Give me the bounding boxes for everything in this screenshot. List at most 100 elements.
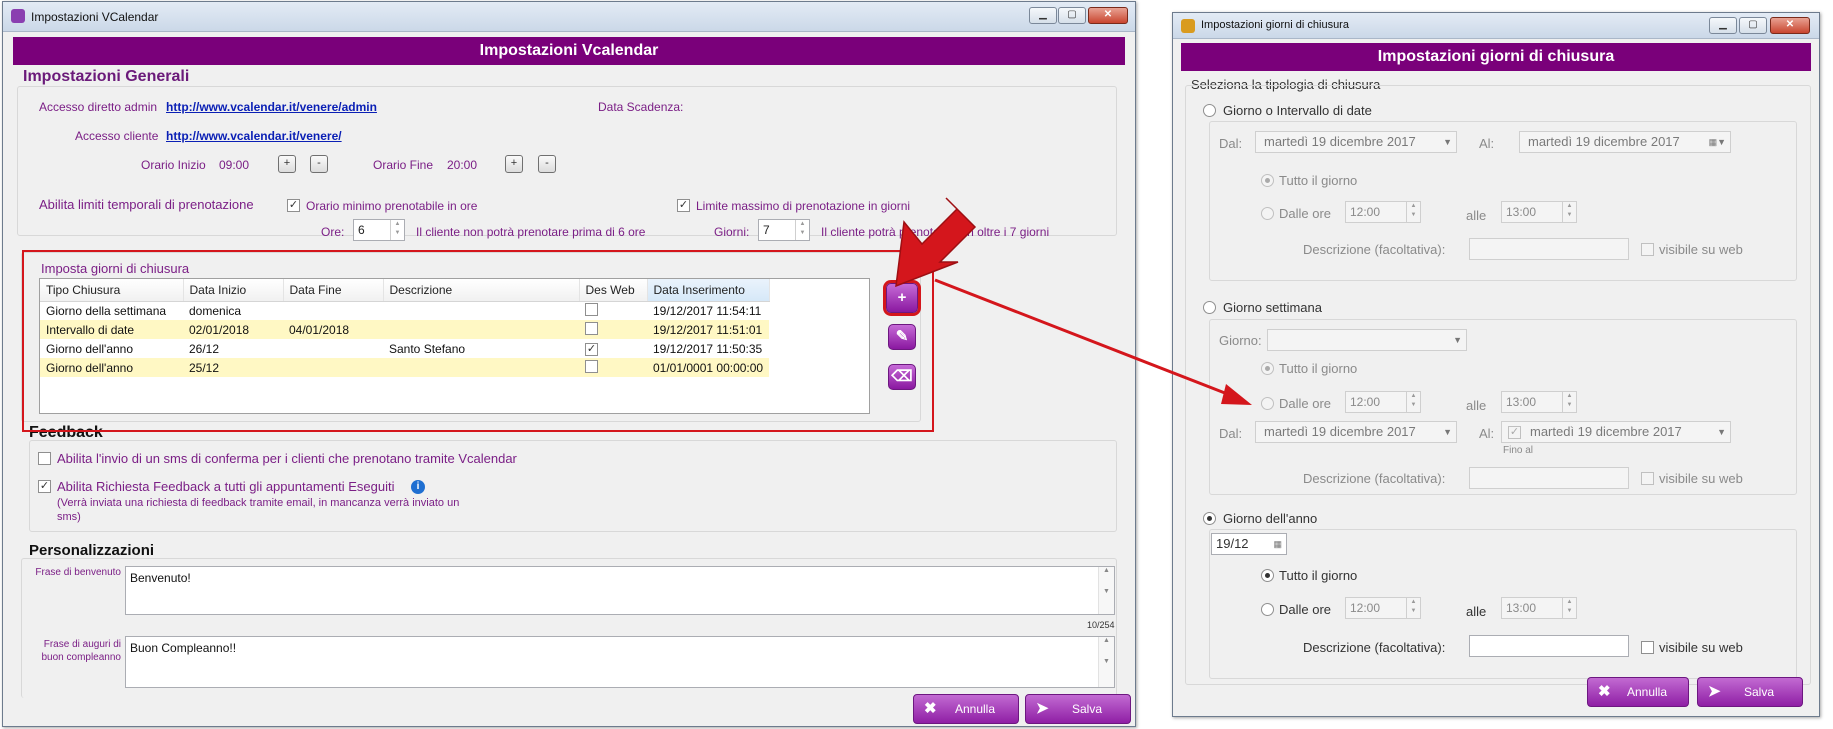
- yearday-hours-radio[interactable]: [1261, 603, 1274, 616]
- chevron-down-icon: ▼: [1453, 335, 1462, 345]
- interval-time-from[interactable]: 12:00 ▲ ▼: [1345, 201, 1421, 223]
- yearday-web-label: visibile su web: [1659, 640, 1743, 655]
- spin-icon[interactable]: ▲ ▼: [1406, 202, 1420, 222]
- yearday-web-checkbox[interactable]: [1641, 641, 1654, 654]
- birthday-text: Buon Compleanno!!: [130, 641, 237, 655]
- yearday-time-from[interactable]: 12:00 ▲ ▼: [1345, 597, 1421, 619]
- chevron-down-icon: ▼: [1443, 427, 1452, 437]
- max-days-checkbox[interactable]: ✓: [677, 199, 690, 212]
- spin-icon[interactable]: ▲ ▼: [1406, 392, 1420, 412]
- expiry-label: Data Scadenza:: [598, 100, 684, 114]
- interval-hours-label: Dalle ore: [1279, 206, 1332, 221]
- fino-al-label: Fino al: [1503, 445, 1534, 456]
- weekday-start-date[interactable]: martedì 19 dicembre 2017 ▼: [1255, 421, 1457, 443]
- dialog-minimize-button[interactable]: ▁: [1709, 17, 1737, 34]
- dialog-maximize-button[interactable]: ▢: [1739, 17, 1767, 34]
- spin-icon[interactable]: ▲ ▼: [1406, 598, 1420, 618]
- birthday-textarea[interactable]: Buon Compleanno!! ▲ ▼: [125, 636, 1115, 688]
- spin-icon[interactable]: ▲ ▼: [1562, 392, 1576, 412]
- main-banner: Impostazioni Vcalendar: [13, 37, 1125, 65]
- interval-start-date[interactable]: martedì 19 dicembre 2017 ▼: [1255, 131, 1457, 153]
- weekday-web-label: visibile su web: [1659, 471, 1743, 486]
- admin-link[interactable]: http://www.vcalendar.it/venere/admin: [166, 100, 377, 114]
- app-icon: [11, 9, 25, 23]
- highlight-frame: [22, 250, 934, 432]
- main-window-title: Impostazioni VCalendar: [31, 10, 159, 24]
- interval-allday-label: Tutto il giorno: [1279, 173, 1358, 188]
- weekday-hours-radio[interactable]: [1261, 397, 1274, 410]
- interval-al-label: Al:: [1479, 136, 1495, 151]
- hours-stepper[interactable]: 6 ▲ ▼: [353, 219, 405, 241]
- min-hours-checkbox[interactable]: ✓: [287, 199, 300, 212]
- welcome-textarea[interactable]: Benvenuto! ▲ ▼: [125, 566, 1115, 615]
- interval-hours-radio[interactable]: [1261, 207, 1274, 220]
- info-icon[interactable]: i: [411, 480, 425, 494]
- days-spin-icon[interactable]: ▲ ▼: [795, 220, 809, 240]
- hours-spin-icon[interactable]: ▲ ▼: [390, 220, 404, 240]
- feedback-note: (Verrà inviata una richiesta di feedback…: [57, 497, 460, 523]
- end-date-checkbox[interactable]: ✓: [1508, 426, 1521, 439]
- main-save-button[interactable]: ➤ Salva: [1025, 694, 1131, 724]
- yearday-time-to[interactable]: 13:00 ▲ ▼: [1501, 597, 1577, 619]
- weekday-time-to[interactable]: 13:00 ▲ ▼: [1501, 391, 1577, 413]
- weekday-allday-radio[interactable]: [1261, 362, 1274, 375]
- calendar-icon: ▦▼: [1708, 137, 1726, 147]
- interval-web-checkbox[interactable]: [1641, 243, 1654, 256]
- interval-radio[interactable]: [1203, 104, 1216, 117]
- interval-time-to[interactable]: 13:00 ▲ ▼: [1501, 201, 1577, 223]
- welcome-counter: 10/254: [1087, 620, 1115, 630]
- weekday-end-date[interactable]: ✓ martedì 19 dicembre 2017 ▼: [1501, 421, 1731, 443]
- weekday-web-checkbox[interactable]: [1641, 472, 1654, 485]
- weekday-end-value: martedì 19 dicembre 2017: [1530, 424, 1682, 439]
- yearday-allday-radio[interactable]: [1261, 569, 1274, 582]
- weekday-desc-input[interactable]: [1469, 467, 1629, 489]
- birthday-scrollbar[interactable]: ▲ ▼: [1098, 637, 1114, 687]
- days-stepper[interactable]: 7 ▲ ▼: [758, 219, 810, 241]
- yearday-hours-label: Dalle ore: [1279, 602, 1332, 617]
- spin-icon[interactable]: ▲ ▼: [1562, 202, 1576, 222]
- interval-allday-radio[interactable]: [1261, 174, 1274, 187]
- dialog-titlebar: Impostazioni giorni di chiusura ▁ ▢ ✕: [1173, 13, 1819, 39]
- feedback-request-checkbox[interactable]: ✓: [38, 480, 51, 493]
- interval-end-date[interactable]: martedì 19 dicembre 2017 ▦▼: [1519, 131, 1731, 153]
- yearday-radio[interactable]: [1203, 512, 1216, 525]
- end-value: 20:00: [447, 158, 478, 172]
- client-link[interactable]: http://www.vcalendar.it/venere/: [166, 129, 342, 143]
- yearday-time-to-value: 13:00: [1506, 601, 1537, 615]
- end-minus-button[interactable]: -: [538, 155, 556, 173]
- weekday-to-label: alle: [1466, 398, 1487, 413]
- end-label: Orario Fine: [373, 158, 434, 172]
- weekday-label: Giorno settimana: [1223, 300, 1322, 315]
- dialog-cancel-button[interactable]: ✖ Annulla: [1587, 677, 1689, 707]
- start-plus-button[interactable]: +: [278, 155, 296, 173]
- chevron-down-icon: ▼: [1443, 137, 1452, 147]
- interval-start-value: martedì 19 dicembre 2017: [1264, 134, 1416, 149]
- end-plus-button[interactable]: +: [505, 155, 523, 173]
- welcome-scrollbar[interactable]: ▲ ▼: [1098, 567, 1114, 614]
- min-hours-label: Orario minimo prenotabile in ore: [306, 199, 478, 213]
- close-button[interactable]: ✕: [1088, 7, 1128, 24]
- interval-desc-input[interactable]: [1469, 238, 1629, 260]
- admin-label: Accesso diretto admin: [39, 100, 158, 114]
- interval-time-from-value: 12:00: [1350, 205, 1381, 219]
- welcome-label: Frase di benvenuto: [35, 567, 121, 578]
- weekday-radio[interactable]: [1203, 301, 1216, 314]
- weekday-dal-label: Dal:: [1219, 426, 1243, 441]
- spin-icon[interactable]: ▲ ▼: [1562, 598, 1576, 618]
- weekday-time-from[interactable]: 12:00 ▲ ▼: [1345, 391, 1421, 413]
- start-minus-button[interactable]: -: [310, 155, 328, 173]
- maximize-button[interactable]: ▢: [1058, 7, 1086, 24]
- yearday-input[interactable]: 19/12 ▦: [1211, 533, 1287, 555]
- minimize-button[interactable]: ▁: [1029, 7, 1057, 24]
- main-cancel-button[interactable]: ✖ Annulla: [913, 694, 1019, 724]
- sms-checkbox[interactable]: [38, 452, 51, 465]
- main-cancel-label: Annulla: [954, 702, 996, 716]
- dialog-save-button[interactable]: ➤ Salva: [1697, 677, 1803, 707]
- weekday-day-select[interactable]: ▼: [1267, 329, 1467, 351]
- yearday-time-from-value: 12:00: [1350, 601, 1381, 615]
- yearday-desc-input[interactable]: [1469, 635, 1629, 657]
- dialog-close-button[interactable]: ✕: [1770, 17, 1810, 34]
- hours-value: 6: [358, 223, 365, 237]
- max-days-label: Limite massimo di prenotazione in giorni: [696, 199, 911, 213]
- weekday-allday-label: Tutto il giorno: [1279, 361, 1358, 376]
